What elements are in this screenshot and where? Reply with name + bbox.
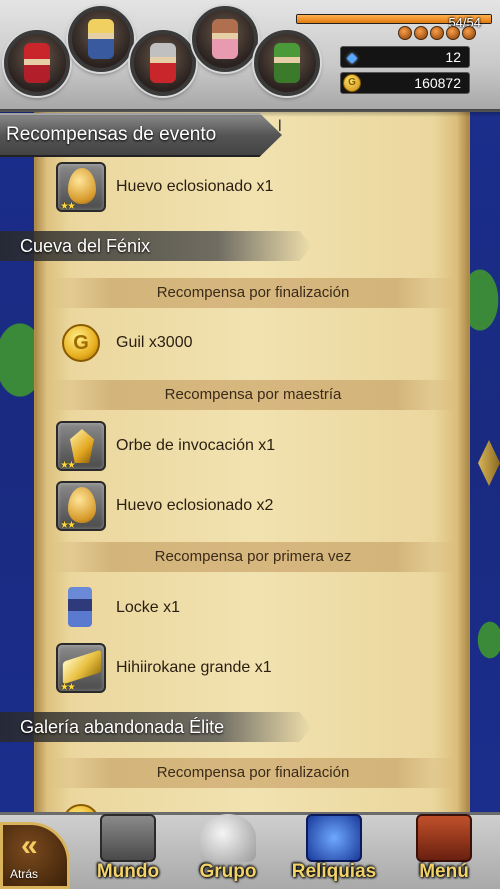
gil-counter[interactable]: G 160872 — [340, 72, 470, 94]
nav-grupo[interactable]: Grupo — [178, 812, 278, 889]
subheader-completion-2: Recompensa por finalización — [50, 758, 456, 788]
section-title-cueva: Cueva del Fénix — [0, 231, 312, 261]
nav-reliquias[interactable]: Reliquias — [284, 812, 384, 889]
reward-row-egg: ★★ Huevo eclosionado x1 — [56, 162, 273, 212]
top-header: 54/54 ◆ 12 G 160872 — [0, 0, 500, 117]
nav-label: Menú — [419, 861, 469, 882]
summon-orb-icon: ★★ — [56, 421, 106, 471]
egg-icon: ★★ — [56, 162, 106, 212]
nav-menu[interactable]: Menú — [394, 812, 494, 889]
reward-row-gil: G Guil x3000 — [56, 318, 193, 368]
nav-label: Reliquias — [291, 861, 377, 882]
nav-label: Mundo — [96, 861, 160, 882]
reward-label: Locke x1 — [116, 599, 181, 616]
reward-label: Guil x3000 — [116, 334, 193, 351]
orb-icon — [398, 26, 412, 40]
gem-icon: ◆ — [346, 49, 358, 65]
party-portrait-1[interactable] — [4, 30, 70, 96]
reward-label: Huevo eclosionado x1 — [116, 178, 274, 195]
reward-row-orb: ★★ Orbe de invocación x1 — [56, 421, 275, 471]
subheader-completion: Recompensa por finalización — [50, 278, 456, 308]
orb-icon — [462, 26, 476, 40]
tower-icon — [100, 814, 156, 862]
back-label: Atrás — [10, 867, 39, 881]
orb-icon — [446, 26, 460, 40]
nav-label: Grupo — [199, 861, 257, 882]
reward-label: Hihiirokane grande x1 — [116, 659, 272, 676]
gem-value: 12 — [445, 49, 461, 65]
reward-label: Huevo eclosionado x2 — [116, 497, 274, 514]
reward-row-hihiirokane: ★★ Hihiirokane grande x1 — [56, 643, 272, 693]
page-title: Recompensas de evento — [0, 113, 282, 157]
stamina-bar: 54/54 — [296, 14, 492, 30]
subheader-mastery: Recompensa por maestría — [50, 380, 456, 410]
treasure-chest-icon — [306, 814, 362, 862]
section-title-galeria: Galería abandonada Élite — [0, 712, 312, 742]
party-portrait-2[interactable] — [68, 6, 134, 72]
stamina-orbs — [398, 26, 476, 40]
locke-sprite-icon — [56, 583, 106, 633]
reward-label: Orbe de invocación x1 — [116, 437, 276, 454]
gil-value: 160872 — [414, 75, 461, 91]
gil-coin-icon: G — [56, 318, 106, 368]
ingot-icon: ★★ — [56, 643, 106, 693]
books-icon — [416, 814, 472, 862]
party-portrait-5[interactable] — [254, 30, 320, 96]
orb-icon — [430, 26, 444, 40]
egg-icon: ★★ — [56, 481, 106, 531]
gil-icon: G — [339, 70, 365, 96]
nav-mundo[interactable]: Mundo — [78, 812, 178, 889]
gem-counter[interactable]: ◆ 12 — [340, 46, 470, 68]
title-overflow-text: l — [278, 118, 282, 135]
subheader-first-time: Recompensa por primera vez — [50, 542, 456, 572]
orb-icon — [414, 26, 428, 40]
reward-row-egg2: ★★ Huevo eclosionado x2 — [56, 481, 273, 531]
party-portrait-4[interactable] — [192, 6, 258, 72]
party-portrait-3[interactable] — [130, 30, 196, 96]
chess-pieces-icon — [200, 814, 256, 862]
chevron-left-icon: « — [21, 829, 38, 862]
reward-row-locke: Locke x1 — [56, 583, 180, 633]
